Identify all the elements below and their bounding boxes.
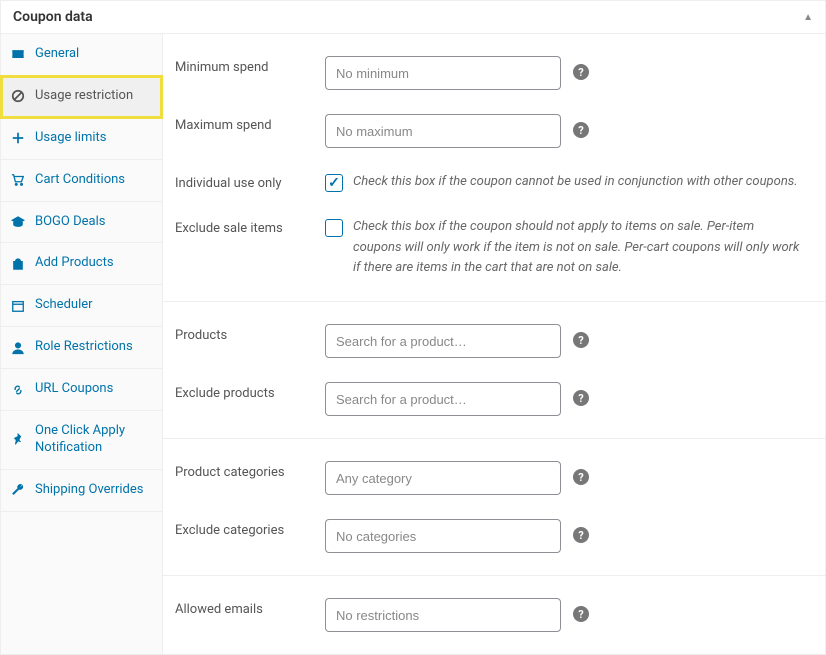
content: Minimum spend ? Maximum spend ? Individu…: [163, 34, 825, 654]
exclude-categories-input[interactable]: [325, 519, 561, 553]
row-min-spend: Minimum spend ?: [175, 44, 805, 102]
calendar-icon: [11, 299, 25, 313]
plus-icon: [11, 131, 25, 145]
products-label: Products: [175, 324, 325, 343]
sidebar-item-label: BOGO Deals: [35, 214, 105, 231]
sidebar: General Usage restriction Usage limits C…: [1, 34, 163, 654]
help-icon[interactable]: ?: [573, 64, 589, 80]
sidebar-item-usage-limits[interactable]: Usage limits: [1, 118, 162, 160]
help-icon[interactable]: ?: [573, 390, 589, 406]
min-spend-input[interactable]: [325, 56, 561, 90]
exclude-sale-checkbox[interactable]: [325, 219, 343, 237]
individual-checkbox[interactable]: ✓: [325, 174, 343, 192]
sidebar-item-cart-conditions[interactable]: Cart Conditions: [1, 160, 162, 202]
sidebar-item-label: Shipping Overrides: [35, 482, 143, 499]
panel-header: Coupon data ▲: [1, 1, 825, 34]
sidebar-item-shipping-overrides[interactable]: Shipping Overrides: [1, 470, 162, 512]
sidebar-item-label: One Click Apply Notification: [35, 423, 152, 457]
sidebar-item-bogo-deals[interactable]: BOGO Deals: [1, 202, 162, 244]
sidebar-item-label: Usage restriction: [35, 88, 133, 105]
collapse-toggle[interactable]: ▲: [803, 12, 813, 23]
sidebar-item-label: Add Products: [35, 255, 114, 272]
help-icon[interactable]: ?: [573, 469, 589, 485]
sidebar-item-label: Role Restrictions: [35, 339, 133, 356]
row-exclude-categories: Exclude categories ?: [175, 507, 805, 565]
emails-input[interactable]: [325, 598, 561, 632]
row-individual-use: Individual use only ✓ Check this box if …: [175, 160, 805, 205]
individual-label: Individual use only: [175, 172, 325, 191]
help-icon[interactable]: ?: [573, 527, 589, 543]
sidebar-item-label: Scheduler: [35, 297, 93, 314]
help-icon[interactable]: ?: [573, 122, 589, 138]
sidebar-item-label: General: [35, 46, 79, 63]
cart-icon: [11, 173, 25, 187]
bag-icon: [11, 257, 25, 271]
user-icon: [11, 341, 25, 355]
help-icon[interactable]: ?: [573, 332, 589, 348]
row-max-spend: Maximum spend ?: [175, 102, 805, 160]
categories-input[interactable]: [325, 461, 561, 495]
link-icon: [11, 383, 25, 397]
sidebar-item-add-products[interactable]: Add Products: [1, 243, 162, 285]
individual-desc: Check this box if the coupon cannot be u…: [353, 172, 798, 193]
exclude-sale-label: Exclude sale items: [175, 217, 325, 236]
sidebar-item-scheduler[interactable]: Scheduler: [1, 285, 162, 327]
max-spend-label: Maximum spend: [175, 114, 325, 133]
emails-label: Allowed emails: [175, 598, 325, 617]
min-spend-label: Minimum spend: [175, 56, 325, 75]
row-exclude-sale: Exclude sale items Check this box if the…: [175, 205, 805, 291]
ban-icon: [11, 89, 25, 103]
row-products: Products ?: [175, 312, 805, 370]
ticket-icon: [11, 47, 25, 61]
coupon-data-panel: Coupon data ▲ General Usage restriction: [0, 0, 826, 655]
sidebar-item-one-click-apply[interactable]: One Click Apply Notification: [1, 411, 162, 470]
sidebar-item-role-restrictions[interactable]: Role Restrictions: [1, 327, 162, 369]
sidebar-item-label: URL Coupons: [35, 381, 113, 398]
exclude-products-label: Exclude products: [175, 382, 325, 401]
sidebar-item-label: Usage limits: [35, 130, 106, 147]
row-exclude-products: Exclude products ?: [175, 370, 805, 428]
pushpin-icon: [11, 433, 25, 447]
exclude-products-input[interactable]: [325, 382, 561, 416]
products-input[interactable]: [325, 324, 561, 358]
row-categories: Product categories ?: [175, 449, 805, 507]
exclude-categories-label: Exclude categories: [175, 519, 325, 538]
max-spend-input[interactable]: [325, 114, 561, 148]
help-icon[interactable]: ?: [573, 606, 589, 622]
wrench-icon: [11, 483, 25, 497]
exclude-sale-desc: Check this box if the coupon should not …: [353, 217, 805, 279]
sidebar-item-url-coupons[interactable]: URL Coupons: [1, 369, 162, 411]
panel-title: Coupon data: [13, 9, 93, 25]
row-emails: Allowed emails ?: [175, 586, 805, 644]
sidebar-item-usage-restriction[interactable]: Usage restriction: [1, 76, 162, 118]
sidebar-item-general[interactable]: General: [1, 34, 162, 76]
sidebar-item-label: Cart Conditions: [35, 172, 125, 189]
graduation-icon: [11, 215, 25, 229]
categories-label: Product categories: [175, 461, 325, 480]
